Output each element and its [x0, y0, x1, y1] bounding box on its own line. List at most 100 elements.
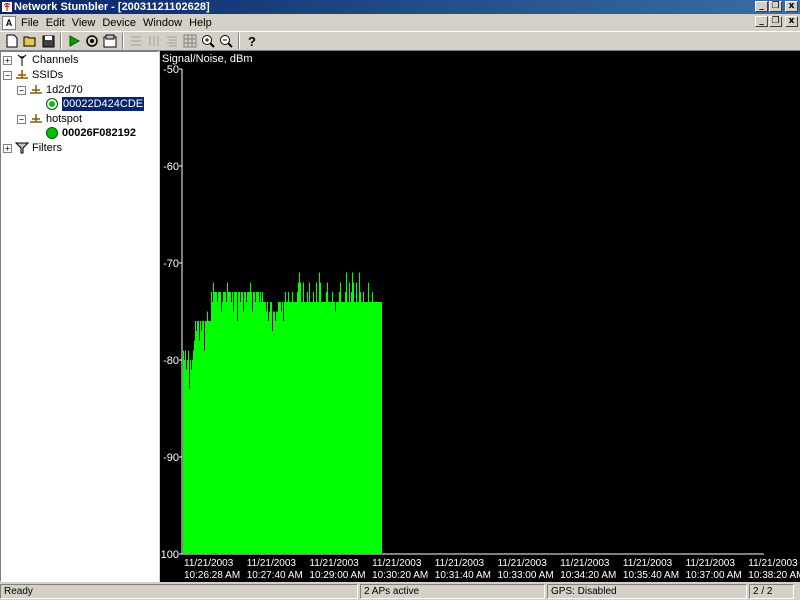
- properties-icon[interactable]: [102, 33, 118, 49]
- signal-bar: [186, 369, 187, 554]
- close-button[interactable]: x: [785, 1, 798, 12]
- signal-bar: [285, 292, 286, 554]
- signal-bar: [354, 301, 355, 554]
- menu-bar: A File Edit View Device Window Help: [0, 14, 800, 31]
- signal-bar: [365, 301, 366, 554]
- window-title-bar[interactable]: Network Stumbler - [20031121102628] _ ❒ …: [0, 0, 800, 14]
- signal-bar: [249, 292, 250, 554]
- signal-bar: [326, 292, 327, 554]
- open-folder-icon[interactable]: [22, 33, 38, 49]
- zoom-in-icon[interactable]: [200, 33, 216, 49]
- y-tick-label: -70: [163, 258, 179, 270]
- expand-icon[interactable]: +: [3, 55, 12, 65]
- signal-bar: [183, 350, 184, 554]
- minimize-button[interactable]: _: [755, 1, 768, 12]
- signal-bar: [221, 311, 222, 554]
- signal-bar: [362, 301, 363, 554]
- tree-item-ap-00026F082192[interactable]: 00026F082192: [45, 126, 136, 140]
- help-icon[interactable]: ?: [244, 33, 260, 49]
- menu-device[interactable]: Device: [100, 15, 141, 31]
- signal-bar: [205, 321, 206, 554]
- tree-item-filters[interactable]: + Filters: [3, 141, 62, 155]
- menu-edit[interactable]: Edit: [44, 15, 70, 31]
- signal-bar: [355, 301, 356, 554]
- collapse-icon[interactable]: −: [3, 70, 12, 80]
- signal-bar: [232, 292, 233, 554]
- signal-bar: [261, 301, 262, 554]
- signal-bar: [339, 292, 340, 554]
- maximize-button[interactable]: ❒: [769, 1, 782, 12]
- signal-bar: [257, 292, 258, 554]
- save-icon[interactable]: [40, 33, 56, 49]
- document-system-menu-icon[interactable]: A: [2, 15, 16, 30]
- grid-icon[interactable]: [182, 33, 198, 49]
- signal-bar: [239, 292, 240, 554]
- tree-label-ssid: 1d2d70: [46, 84, 83, 96]
- status-aps-active: 2 APs active: [360, 584, 545, 599]
- menu-view[interactable]: View: [70, 15, 101, 31]
- signal-bar: [262, 292, 263, 554]
- signal-bar: [253, 292, 254, 554]
- signal-bar: [320, 282, 321, 554]
- signal-bar: [348, 301, 349, 554]
- child-close-button[interactable]: x: [785, 16, 798, 27]
- expand-icon[interactable]: +: [3, 143, 12, 153]
- signal-bar: [301, 301, 302, 554]
- x-tick-date-label: 11/21/2003: [309, 558, 359, 569]
- tree-item-channels[interactable]: + Channels: [3, 53, 78, 67]
- signal-noise-graph[interactable]: Signal/Noise, dBm-50-60-70-80-90-10011/2…: [157, 51, 800, 582]
- new-file-icon[interactable]: [4, 33, 20, 49]
- signal-bar: [291, 301, 292, 554]
- signal-bar: [243, 311, 244, 554]
- signal-bar: [343, 301, 344, 554]
- x-tick-time-label: 10:37:00 AM: [686, 570, 742, 581]
- child-restore-button[interactable]: ❒: [769, 16, 782, 27]
- signal-bar: [240, 301, 241, 554]
- tree-item-ssid-1d2d70[interactable]: − 1d2d70: [17, 83, 83, 97]
- signal-bar: [311, 301, 312, 554]
- signal-bar: [324, 301, 325, 554]
- tree-item-ssid-hotspot[interactable]: − hotspot: [17, 112, 82, 126]
- tree-item-ssids[interactable]: − SSIDs: [3, 68, 63, 82]
- play-icon[interactable]: [66, 33, 82, 49]
- zoom-out-icon[interactable]: [218, 33, 234, 49]
- collapse-icon[interactable]: −: [17, 85, 26, 95]
- signal-bar: [201, 330, 202, 554]
- signal-bar: [273, 311, 274, 554]
- signal-bar: [189, 389, 190, 554]
- tile-vertical-icon[interactable]: [146, 33, 162, 49]
- signal-bar: [211, 292, 212, 554]
- signal-bar: [236, 292, 237, 554]
- signal-bar: [379, 301, 380, 554]
- auto-config-icon[interactable]: [84, 33, 100, 49]
- signal-bar: [254, 292, 255, 554]
- ssid-network-icon: [15, 69, 29, 81]
- menu-file[interactable]: File: [19, 15, 44, 31]
- menu-window[interactable]: Window: [141, 15, 187, 31]
- arrange-icon[interactable]: [164, 33, 180, 49]
- collapse-icon[interactable]: −: [17, 114, 26, 124]
- signal-bar: [309, 282, 310, 554]
- tree-view[interactable]: + Channels − SSIDs − 1d2d70 00022D424CDE…: [0, 51, 159, 582]
- signal-bar: [378, 301, 379, 554]
- signal-bar: [271, 301, 272, 554]
- child-minimize-button[interactable]: _: [755, 16, 768, 27]
- x-tick-time-label: 10:33:00 AM: [498, 570, 554, 581]
- tile-horizontal-icon[interactable]: [128, 33, 144, 49]
- signal-bar: [198, 321, 199, 554]
- y-tick-label: -100: [160, 549, 179, 561]
- menu-help[interactable]: Help: [187, 15, 217, 31]
- signal-bar: [207, 311, 208, 554]
- signal-bar: [353, 282, 354, 554]
- signal-bar: [199, 340, 200, 554]
- signal-bar: [259, 301, 260, 554]
- signal-bar: [293, 301, 294, 554]
- tree-item-ap-00022D424CDE[interactable]: 00022D424CDE: [45, 96, 146, 112]
- signal-bar: [372, 292, 373, 554]
- chart-canvas: Signal/Noise, dBm-50-60-70-80-90-10011/2…: [157, 53, 800, 581]
- signal-bar: [210, 321, 211, 554]
- signal-bar: [228, 292, 229, 554]
- signal-bar: [227, 282, 228, 554]
- signal-bar: [381, 301, 382, 554]
- x-tick-time-label: 10:26:28 AM: [184, 570, 240, 581]
